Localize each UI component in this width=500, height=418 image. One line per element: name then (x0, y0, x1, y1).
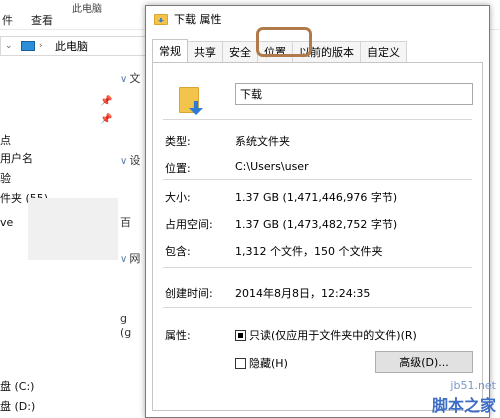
menu-file[interactable]: 件 (2, 12, 13, 28)
divider (163, 179, 472, 180)
tab-customize[interactable]: 自定义 (360, 41, 407, 62)
explorer-title-fragment: 此电脑 (72, 4, 102, 15)
hidden-checkbox-row[interactable]: 隐藏(H) (235, 355, 288, 371)
divider (163, 267, 472, 268)
breadcrumb-this-pc[interactable]: 此电脑 (55, 38, 88, 54)
download-folder-icon (154, 13, 168, 25)
chevron-down-icon[interactable]: ⌄ (5, 41, 17, 51)
size-label: 大小: (165, 191, 191, 204)
readonly-checkbox[interactable] (235, 329, 246, 341)
tab-location[interactable]: 位置 (257, 41, 293, 62)
group-header[interactable]: ∨ 设 (120, 152, 140, 168)
divider (163, 119, 472, 120)
content-item[interactable]: g (120, 312, 127, 325)
tab-previous-versions[interactable]: 以前的版本 (292, 41, 361, 62)
type-label: 类型: (165, 135, 191, 148)
explorer-menu: 件 查看 (0, 12, 53, 28)
nav-item-drive-c[interactable]: 盘 (C:) (0, 378, 34, 394)
size-value: 1.37 GB (1,471,446,976 字节) (235, 191, 398, 204)
tab-strip: 常规 共享 安全 位置 以前的版本 自定义 (152, 39, 483, 62)
chevron-right-icon: › (39, 41, 43, 51)
contains-value: 1,312 个文件，150 个文件夹 (235, 245, 383, 258)
location-label: 位置: (165, 162, 191, 175)
watermark-site: jb51.net (450, 379, 496, 392)
pin-icon[interactable]: 📌 (100, 114, 112, 125)
content-item[interactable]: 百 (120, 214, 131, 230)
pin-icon[interactable]: 📌 (100, 96, 112, 107)
download-folder-icon (173, 81, 207, 115)
dialog-titlebar[interactable]: 下载 属性 (146, 6, 489, 32)
chevron-down-icon[interactable]: ∨ (120, 74, 127, 85)
type-value: 系统文件夹 (235, 135, 290, 148)
contains-label: 包含: (165, 245, 191, 258)
watermark: jb51.net 脚本之家 (432, 379, 496, 416)
readonly-label: 只读(仅应用于文件夹中的文件)(R) (249, 329, 417, 342)
computer-icon (21, 41, 35, 51)
divider (163, 307, 472, 308)
nav-item-drive-d[interactable]: 盘 (D:) (0, 398, 35, 414)
group-header[interactable]: ∨ 网 (120, 250, 140, 266)
nav-item[interactable]: 验 (0, 170, 11, 186)
content-pane: ∨ 文 ∨ 设 百 ∨ 网 g (g (118, 60, 148, 418)
properties-dialog: 下载 属性 常规 共享 安全 位置 以前的版本 自定义 类型: 系统文件夹 位置… (145, 5, 490, 418)
menu-view[interactable]: 查看 (31, 12, 53, 28)
nav-item[interactable]: ve (0, 216, 13, 229)
redacted-area (28, 198, 118, 260)
size-on-disk-label: 占用空间: (165, 218, 213, 231)
hidden-checkbox[interactable] (235, 357, 246, 369)
dialog-title: 下载 属性 (174, 13, 222, 26)
nav-item[interactable]: 用户名 (0, 150, 33, 166)
content-item[interactable]: (g (120, 326, 131, 339)
tab-security[interactable]: 安全 (222, 41, 258, 62)
hidden-label: 隐藏(H) (249, 357, 288, 370)
watermark-brand: 脚本之家 (431, 396, 496, 415)
attributes-label: 属性: (165, 329, 191, 342)
created-label: 创建时间: (165, 287, 213, 300)
general-tab-panel: 类型: 系统文件夹 位置: C:\Users\user 大小: 1.37 GB … (152, 62, 483, 411)
chevron-down-icon[interactable]: ∨ (120, 254, 127, 265)
created-value: 2014年8月8日，12:24:35 (235, 287, 371, 300)
group-header[interactable]: ∨ 文 (120, 70, 140, 86)
advanced-button[interactable]: 高级(D)... (375, 351, 473, 373)
location-value: C:\Users\user (235, 160, 309, 173)
address-bar[interactable]: ⌄ › 此电脑 (0, 36, 150, 56)
tab-sharing[interactable]: 共享 (187, 41, 223, 62)
size-on-disk-value: 1.37 GB (1,473,482,752 字节) (235, 218, 398, 231)
folder-name-field[interactable] (235, 83, 473, 105)
chevron-down-icon[interactable]: ∨ (120, 156, 127, 167)
readonly-checkbox-row[interactable]: 只读(仅应用于文件夹中的文件)(R) (235, 327, 417, 343)
tab-general[interactable]: 常规 (152, 39, 188, 62)
nav-item[interactable]: 点 (0, 132, 11, 148)
